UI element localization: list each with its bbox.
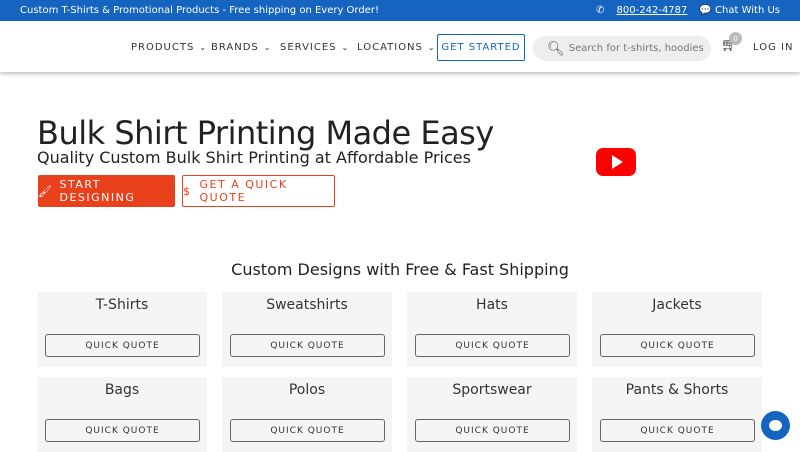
search-box: 🔍︎ [533,36,711,61]
chat-link[interactable]: 💬 Chat With Us [699,5,780,16]
category-quick-quote-button[interactable]: QUICK QUOTE [600,334,755,357]
youtube-play-icon[interactable] [596,148,636,176]
category-card[interactable]: Hats QUICK QUOTE [407,292,577,367]
category-card[interactable]: Sportswear QUICK QUOTE [407,377,577,452]
category-card[interactable]: Jackets QUICK QUOTE [592,292,762,367]
category-card[interactable]: Pants & Shorts QUICK QUOTE [592,377,762,452]
start-designing-button[interactable]: 🖌︎ START DESIGNING [38,175,175,207]
page-subtitle: Quality Custom Bulk Shirt Printing at Af… [37,148,471,167]
category-card[interactable]: Bags QUICK QUOTE [37,377,207,452]
category-card[interactable]: Sweatshirts QUICK QUOTE [222,292,392,367]
nav-brands[interactable]: BRANDS ⌄ [211,42,271,53]
top-bar: Custom T-Shirts & Promotional Products -… [0,0,800,21]
category-name: Pants & Shorts [625,382,729,398]
category-quick-quote-button[interactable]: QUICK QUOTE [230,334,385,357]
category-name: Polos [288,382,326,398]
promo-text: Custom T-Shirts & Promotional Products -… [20,5,379,16]
nav-locations[interactable]: LOCATIONS ⌄ [357,42,436,53]
chat-bubble-icon: 💬 [699,5,712,16]
category-quick-quote-button[interactable]: QUICK QUOTE [600,419,755,442]
category-name: Sportswear [452,382,532,398]
section-title: Custom Designs with Free & Fast Shipping [231,260,569,279]
category-quick-quote-button[interactable]: QUICK QUOTE [415,419,570,442]
category-card[interactable]: Polos QUICK QUOTE [222,377,392,452]
chat-widget-button[interactable] [761,411,790,440]
chevron-down-icon: ⌄ [427,43,436,52]
search-input[interactable] [568,43,704,54]
search-icon: 🔍︎ [547,40,565,57]
category-name: T-Shirts [95,297,149,313]
page-title: Bulk Shirt Printing Made Easy [37,114,494,152]
category-quick-quote-button[interactable]: QUICK QUOTE [45,334,200,357]
category-name: Jackets [652,297,702,313]
main-header: PRODUCTS ⌄ BRANDS ⌄ SERVICES ⌄ LOCATIONS ⌄ G… [0,21,800,72]
quick-quote-button[interactable]: $ GET A QUICK QUOTE [182,175,335,207]
nav-products[interactable]: PRODUCTS ⌄ [131,42,207,53]
category-name: Sweatshirts [266,297,348,313]
category-name: Hats [476,297,508,313]
nav-services[interactable]: SERVICES ⌄ [280,42,349,53]
chevron-down-icon: ⌄ [341,43,350,52]
phone-icon: ✆ [596,5,605,16]
category-card[interactable]: T-Shirts QUICK QUOTE [37,292,207,367]
chevron-down-icon: ⌄ [263,43,272,52]
category-quick-quote-button[interactable]: QUICK QUOTE [230,419,385,442]
brush-icon: 🖌︎ [38,184,54,198]
category-name: Bags [104,382,140,398]
cart-count-badge: 0 [729,32,742,45]
chevron-down-icon: ⌄ [199,43,208,52]
category-quick-quote-button[interactable]: QUICK QUOTE [45,419,200,442]
category-quick-quote-button[interactable]: QUICK QUOTE [415,334,570,357]
get-started-button[interactable]: GET STARTED [437,34,525,61]
phone-link[interactable]: 800-242-4787 [617,5,688,16]
login-link[interactable]: LOG IN [753,42,793,53]
dollar-icon: $ [183,184,192,198]
